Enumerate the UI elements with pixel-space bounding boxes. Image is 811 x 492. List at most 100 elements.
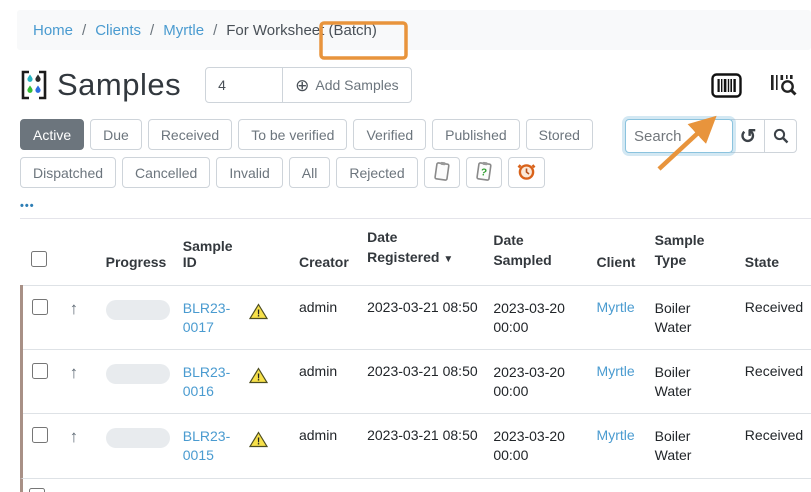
alarm-clock-icon	[517, 161, 536, 181]
select-all-checkbox[interactable]	[31, 251, 47, 267]
filter-row-2: Dispatched Cancelled Invalid All Rejecte…	[20, 157, 797, 188]
row-checkbox[interactable]	[29, 488, 45, 492]
breadcrumb-client-myrtle[interactable]: Myrtle	[163, 22, 204, 39]
sample-type-cell: Boiler Water	[655, 363, 701, 401]
creator-cell: admin	[291, 286, 359, 350]
table-row: ↑ BLR23-0017 ! admin 2023-03-21 08:50 20…	[22, 286, 811, 350]
header-state[interactable]: State	[737, 219, 811, 286]
state-cell: Received	[737, 350, 811, 414]
priority-up-icon: ↑	[70, 299, 79, 318]
sample-type-cell: Boiler Water	[655, 299, 701, 337]
filter-temporary-button[interactable]	[424, 157, 460, 188]
barcode-search-icon	[770, 73, 797, 98]
filter-row-1: Active Due Received To be verified Verif…	[20, 119, 797, 153]
filter-to-be-verified[interactable]: To be verified	[238, 119, 347, 150]
filter-all[interactable]: All	[289, 157, 331, 188]
top-icons	[711, 73, 797, 98]
sample-id-link[interactable]: BLR23-0016	[183, 363, 235, 401]
warning-icon: !	[249, 367, 268, 384]
sample-count-input[interactable]	[205, 67, 283, 103]
filter-verified[interactable]: Verified	[353, 119, 426, 150]
sample-id-link[interactable]: BLR23-0015	[183, 427, 235, 465]
filter-invalid[interactable]: Invalid	[216, 157, 282, 188]
state-cell: Received	[737, 414, 811, 478]
reload-icon: ↺	[740, 124, 757, 149]
samples-page: Home / Clients / Myrtle / For Worksheet …	[0, 10, 811, 492]
add-samples-group: ⊕ Add Samples	[205, 67, 412, 103]
more-columns-toggle[interactable]: •••	[20, 200, 35, 212]
samples-table-wrap: Progress Sample ID Creator Date Register…	[20, 218, 811, 478]
header-warning	[241, 219, 291, 286]
breadcrumb-separator: /	[150, 22, 154, 39]
client-link[interactable]: Myrtle	[597, 363, 635, 379]
creator-cell: admin	[291, 350, 359, 414]
filter-dispatched[interactable]: Dispatched	[20, 157, 116, 188]
date-sampled-cell: 2023-03-20 00:00	[493, 363, 573, 401]
table-row: ↑ BLR23-0016 ! admin 2023-03-21 08:50 20…	[22, 350, 811, 414]
date-registered-cell: 2023-03-21 08:50	[359, 286, 485, 350]
date-sampled-cell: 2023-03-20 00:00	[493, 299, 573, 337]
progress-bar	[106, 364, 170, 384]
row-checkbox[interactable]	[32, 299, 48, 315]
filter-stored[interactable]: Stored	[526, 119, 593, 150]
header-date-sampled[interactable]: Date Sampled	[485, 219, 588, 286]
filter-bar: Active Due Received To be verified Verif…	[20, 119, 797, 188]
circle-plus-icon: ⊕	[295, 77, 309, 94]
question-sheet-icon: ?	[475, 161, 493, 182]
progress-bar	[106, 428, 170, 448]
blank-sheet-icon	[433, 161, 451, 182]
header-creator[interactable]: Creator	[291, 219, 359, 286]
state-cell: Received	[737, 286, 811, 350]
filter-published[interactable]: Published	[432, 119, 520, 150]
title-row: Samples ⊕ Add Samples	[20, 67, 797, 103]
table-row: ↑ BLR23-0015 ! admin 2023-03-21 08:50 20…	[22, 414, 811, 478]
add-samples-label: Add Samples	[315, 77, 398, 93]
client-link[interactable]: Myrtle	[597, 427, 635, 443]
header-priority	[62, 219, 98, 286]
date-sampled-cell: 2023-03-20 00:00	[493, 427, 573, 465]
filter-cancelled[interactable]: Cancelled	[122, 157, 210, 188]
search-icon	[773, 128, 789, 144]
priority-up-icon: ↑	[70, 363, 79, 382]
breadcrumb: Home / Clients / Myrtle / For Worksheet …	[17, 10, 811, 50]
client-link[interactable]: Myrtle	[597, 299, 635, 315]
add-samples-button[interactable]: ⊕ Add Samples	[282, 67, 412, 103]
breadcrumb-separator: /	[82, 22, 86, 39]
samples-icon	[20, 70, 48, 100]
barcode-search-button[interactable]	[770, 73, 797, 98]
table-header-row: Progress Sample ID Creator Date Register…	[22, 219, 811, 286]
filter-unknown-sheet-button[interactable]: ?	[466, 157, 502, 188]
filter-rejected[interactable]: Rejected	[336, 157, 417, 188]
progress-bar	[106, 300, 170, 320]
warning-icon: !	[249, 431, 268, 448]
filter-received[interactable]: Received	[148, 119, 232, 150]
filter-active[interactable]: Active	[20, 119, 84, 150]
breadcrumb-clients[interactable]: Clients	[95, 22, 141, 39]
search-button[interactable]	[764, 119, 797, 153]
breadcrumb-home[interactable]: Home	[33, 22, 73, 39]
creator-cell: admin	[291, 414, 359, 478]
header-client[interactable]: Client	[589, 219, 647, 286]
row-checkbox[interactable]	[32, 363, 48, 379]
samples-table: Progress Sample ID Creator Date Register…	[20, 219, 811, 478]
filter-late-button[interactable]	[508, 157, 545, 188]
barcode-print-button[interactable]	[711, 73, 742, 98]
warning-icon: !	[249, 303, 268, 320]
reload-button[interactable]: ↺	[731, 119, 764, 153]
breadcrumb-current: For Worksheet (Batch)	[226, 22, 377, 39]
sample-id-link[interactable]: BLR23-0017	[183, 299, 235, 337]
svg-text:!: !	[257, 437, 260, 448]
filter-due[interactable]: Due	[90, 119, 142, 150]
search-input[interactable]	[625, 119, 733, 153]
header-date-registered[interactable]: Date Registered ▼	[359, 219, 485, 286]
header-date-registered-label: Date Registered	[367, 229, 439, 265]
row-checkbox[interactable]	[32, 427, 48, 443]
page-title: Samples	[57, 67, 181, 103]
date-registered-cell: 2023-03-21 08:50	[359, 350, 485, 414]
header-sample-id[interactable]: Sample ID	[175, 219, 241, 286]
header-sample-type[interactable]: Sample Type	[647, 219, 737, 286]
date-registered-cell: 2023-03-21 08:50	[359, 414, 485, 478]
svg-text:!: !	[257, 309, 260, 320]
header-progress[interactable]: Progress	[98, 219, 175, 286]
sample-type-cell: Boiler Water	[655, 427, 701, 465]
